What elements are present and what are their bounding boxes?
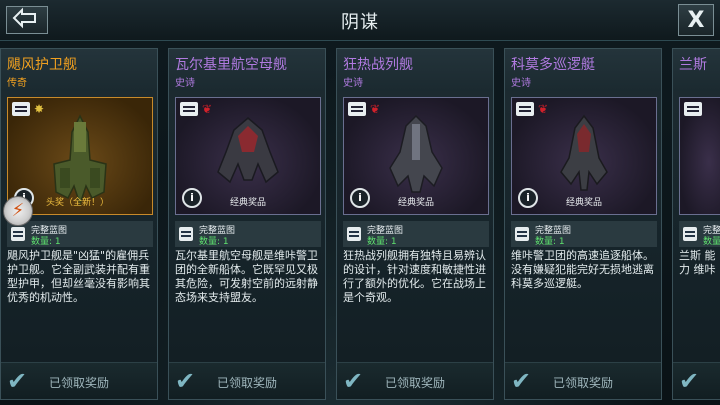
image-caption: 经典奖品 — [397, 198, 434, 208]
blueprint-icon — [347, 227, 361, 241]
card-description: 维咔警卫团的高速追逐船体。没有嫌疑犯能完好无损地逃离科莫多巡逻艇。 — [511, 249, 654, 290]
patrol-ship-image — [560, 114, 608, 191]
ship-image-frame: ✸ i 头奖（全新！） — [7, 97, 153, 215]
card-title: 瓦尔基里航空母舰 — [175, 57, 287, 73]
battleship-ship-image — [389, 114, 443, 193]
ship-image-frame — [679, 97, 720, 215]
reward-card-komodo[interactable]: 科莫多巡逻艇 史诗 ❦ i 经典奖品 完整蓝图 数量: 1 维咔警卫团的高速追逐… — [504, 48, 662, 400]
checkmark-icon: ✔ — [679, 367, 700, 395]
card-title: 兰斯 — [679, 57, 707, 73]
rarity-label: 史诗 — [175, 78, 195, 89]
blueprint-quantity: 数量 — [703, 237, 720, 247]
card-description: 飓风护卫舰是"凶猛"的雇佣兵护卫舰。它全副武装并配有重型护甲，但却丝毫没有影响其… — [7, 249, 150, 304]
blueprint-row: 完整蓝图 数量: 1 — [343, 221, 489, 247]
rarity-label: 史诗 — [511, 78, 531, 89]
blueprint-quantity: 数量: 1 — [31, 237, 61, 247]
blueprint-quantity: 数量: 1 — [199, 237, 229, 247]
blueprint-icon — [683, 227, 697, 241]
lightning-icon[interactable]: ⚡ — [3, 196, 33, 226]
card-title: 科莫多巡逻艇 — [511, 57, 595, 73]
blueprint-row: 完整蓝图 数量: 1 — [7, 221, 153, 247]
faction-wings-icon: ❦ — [538, 102, 549, 116]
blueprint-badge-icon — [180, 102, 198, 116]
page-title: 阴谋 — [341, 12, 379, 33]
blueprint-row: 完整蓝图 数量: 1 — [175, 221, 321, 247]
image-caption: 头奖（全新！） — [46, 198, 110, 208]
claim-bar: ✔ 已领取奖励 — [1, 362, 157, 399]
blueprint-badge-icon — [12, 102, 30, 116]
reward-card-zealot[interactable]: 狂热战列舰 史诗 ❦ i 经典奖品 完整蓝图 数量: 1 狂热战列舰拥有独特且易… — [336, 48, 494, 400]
claim-bar: ✔ 已领取奖励 — [337, 362, 493, 399]
card-description: 兰斯 能力 维咔 — [679, 249, 716, 276]
blueprint-badge-icon — [684, 102, 702, 116]
reward-card-valkyrie[interactable]: 瓦尔基里航空母舰 史诗 ❦ i 经典奖品 完整蓝图 数量: 1 瓦尔基里航空母舰… — [168, 48, 326, 400]
claim-status: 已领取奖励 — [552, 376, 613, 390]
claim-bar: ✔ 已领取奖励 — [505, 362, 661, 399]
blueprint-row: 完整蓝图 数量: 1 — [511, 221, 657, 247]
card-header: 狂热战列舰 史诗 — [337, 49, 493, 91]
claim-status: 已领取奖励 — [216, 376, 277, 390]
blueprint-badge-icon — [348, 102, 366, 116]
card-header: 兰斯 — [673, 49, 720, 91]
blueprint-icon — [515, 227, 529, 241]
blueprint-quantity: 数量: 1 — [535, 237, 565, 247]
card-header: 瓦尔基里航空母舰 史诗 — [169, 49, 325, 91]
ship-image-frame: ❦ i 经典奖品 — [175, 97, 321, 215]
frigate-ship-image — [53, 114, 107, 207]
carrier-ship-image — [217, 117, 279, 184]
claim-bar: ✔ 已领取奖励 — [169, 362, 325, 399]
card-description: 瓦尔基里航空母舰是维咔警卫团的全新船体。它既罕见又极其危险，可发射空前的远射静态… — [175, 249, 318, 304]
card-title: 狂热战列舰 — [343, 57, 413, 73]
image-caption: 经典奖品 — [565, 198, 602, 208]
rarity-label: 史诗 — [343, 78, 363, 89]
blueprint-row: 完整 数量 — [679, 221, 720, 247]
blueprint-icon — [179, 227, 193, 241]
reward-card-lance[interactable]: 兰斯 完整 数量 兰斯 能力 维咔 ✔ — [672, 48, 720, 400]
card-title: 飓风护卫舰 — [7, 57, 77, 73]
blueprint-badge-icon — [516, 102, 534, 116]
image-caption: 经典奖品 — [229, 198, 266, 208]
blueprint-icon — [11, 227, 25, 241]
claim-bar: ✔ — [673, 362, 720, 399]
card-description: 狂热战列舰拥有独特且易辨认的设计，针对速度和敏捷性进行了额外的优化。它在战场上是… — [343, 249, 486, 304]
rarity-label: 传奇 — [7, 78, 27, 89]
ship-image-frame: ❦ i 经典奖品 — [343, 97, 489, 215]
blueprint-quantity: 数量: 1 — [367, 237, 397, 247]
claim-status: 已领取奖励 — [48, 376, 109, 390]
top-bar: 阴谋 X — [0, 0, 720, 41]
ship-image-frame: ❦ i 经典奖品 — [511, 97, 657, 215]
claim-status: 已领取奖励 — [384, 376, 445, 390]
card-header: 科莫多巡逻艇 史诗 — [505, 49, 661, 91]
close-button[interactable]: X — [678, 4, 714, 36]
card-header: 飓风护卫舰 传奇 — [1, 49, 157, 91]
